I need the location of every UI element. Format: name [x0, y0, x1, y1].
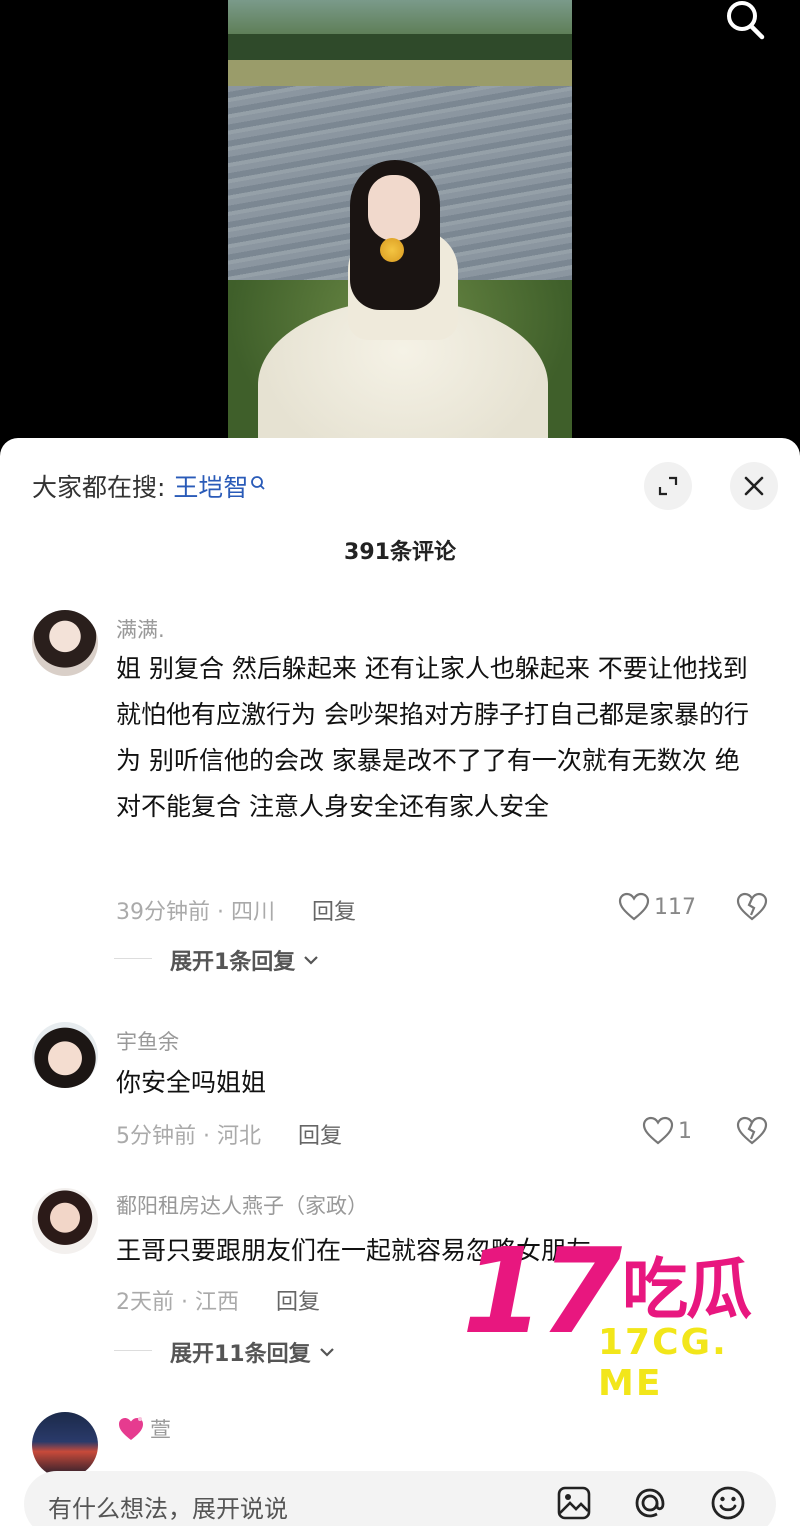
comment-text: 姐 别复合 然后躲起来 还有让家人也躲起来 不要让他找到 就怕他有应激行为 会吵…: [116, 654, 749, 821]
watermark-number: 17: [462, 1222, 622, 1360]
reply-button[interactable]: 回复: [298, 1124, 342, 1149]
heart-icon: [618, 892, 650, 921]
expand-button[interactable]: [644, 462, 692, 510]
comment-input[interactable]: 有什么想法，展开说说: [48, 1489, 288, 1524]
comment-username-text: 萱: [150, 1418, 171, 1442]
search-hint-keyword[interactable]: 王垲智: [173, 473, 248, 502]
broken-heart-icon: [736, 892, 768, 921]
video-player[interactable]: [0, 0, 800, 460]
like-button[interactable]: 1: [642, 1116, 692, 1146]
like-count: 117: [654, 894, 696, 920]
expand-replies-label: 展开1条回复: [170, 950, 296, 975]
emoji-icon[interactable]: [708, 1483, 748, 1523]
reply-button[interactable]: 回复: [312, 900, 356, 925]
close-icon: [744, 476, 764, 496]
comment-username[interactable]: 满满.: [116, 614, 165, 644]
comment-time-location: 39分钟前 · 四川: [116, 900, 275, 925]
close-button[interactable]: [730, 462, 778, 510]
broken-heart-icon: [736, 1116, 768, 1145]
avatar[interactable]: [32, 1188, 98, 1254]
avatar[interactable]: [32, 1412, 98, 1478]
comment-count: 391条评论: [344, 540, 456, 565]
comment-text: 你安全吗姐姐: [116, 1068, 267, 1097]
dislike-button[interactable]: [736, 892, 768, 926]
at-icon[interactable]: [630, 1483, 670, 1523]
comment-username[interactable]: 宇鱼余: [116, 1026, 179, 1056]
search-hint-prefix: 大家都在搜:: [32, 473, 166, 502]
watermark: 17 吃瓜 17CG. ME: [462, 1222, 800, 1404]
reply-button[interactable]: 回复: [276, 1290, 320, 1315]
comment-time-location: 2天前 · 江西: [116, 1290, 239, 1315]
comment-meta: 5分钟前 · 河北 回复: [116, 1118, 342, 1150]
like-count: 1: [678, 1118, 692, 1144]
search-icon[interactable]: [720, 0, 772, 40]
video-frame: [228, 0, 572, 460]
expand-replies-button[interactable]: 展开1条回复: [114, 944, 319, 976]
watermark-url: 17CG. ME: [598, 1322, 728, 1404]
image-icon[interactable]: [554, 1483, 594, 1523]
search-small-icon: [250, 468, 266, 497]
comment-meta: 39分钟前 · 四川 回复: [116, 894, 356, 926]
dislike-button[interactable]: [736, 1116, 768, 1150]
expand-icon: [658, 476, 678, 496]
search-suggestion[interactable]: 大家都在搜: 王垲智: [32, 468, 266, 504]
avatar[interactable]: [32, 1022, 98, 1088]
sparkle-heart-icon: [119, 1417, 143, 1440]
like-button[interactable]: 117: [618, 892, 696, 922]
comment-username[interactable]: 萱: [116, 1414, 171, 1444]
avatar[interactable]: [32, 610, 98, 676]
expand-replies-label: 展开11条回复: [170, 1342, 311, 1367]
chevron-down-icon: [319, 1348, 334, 1357]
watermark-chinese: 吃瓜: [622, 1251, 752, 1328]
chevron-down-icon: [304, 956, 319, 965]
comment-meta: 2天前 · 江西 回复: [116, 1284, 320, 1316]
heart-icon: [642, 1116, 674, 1145]
comment-input-bar[interactable]: 有什么想法，展开说说: [24, 1471, 776, 1526]
comment-username[interactable]: 鄱阳租房达人燕子（家政）: [116, 1190, 368, 1220]
comment-time-location: 5分钟前 · 河北: [116, 1124, 261, 1149]
expand-replies-button[interactable]: 展开11条回复: [114, 1336, 335, 1368]
